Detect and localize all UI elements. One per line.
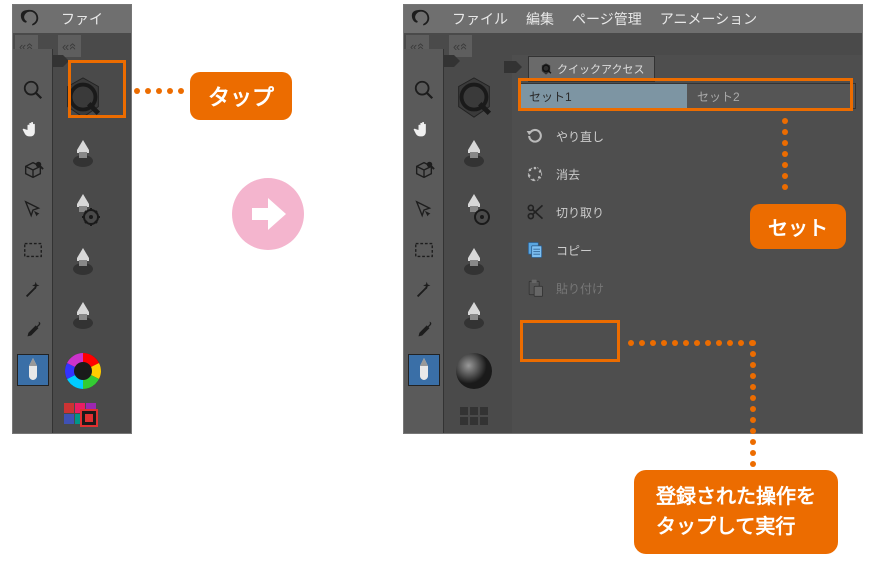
quick-access-tab[interactable]: クイックアクセス [528, 56, 655, 82]
sub-toolbar-right [444, 69, 504, 434]
callout-tap: タップ [190, 72, 292, 120]
brush-icon-r2[interactable] [452, 241, 496, 285]
brush-settings-icon-1[interactable] [61, 187, 105, 231]
clear-icon [524, 163, 546, 185]
menu-file-partial[interactable]: ファイ [61, 9, 103, 29]
left-window: ファイ «« «« [12, 4, 132, 434]
hand-tool-icon[interactable] [17, 114, 49, 146]
brush-icon-2[interactable] [61, 241, 105, 285]
chevron-group-left2[interactable]: «« [58, 35, 81, 57]
eyedropper-tool-icon[interactable] [408, 314, 440, 346]
brush-icon-r3[interactable] [452, 295, 496, 339]
sub-toolbar-left [53, 69, 113, 434]
gradient-circle-icon[interactable] [452, 349, 496, 393]
callout-execute-line2: タップして実行 [656, 512, 816, 542]
brush-settings-icon-r[interactable] [452, 187, 496, 231]
app-logo-icon-right [410, 8, 432, 30]
cube-tool-icon[interactable] [17, 154, 49, 186]
magnify-tool-icon[interactable] [408, 74, 440, 106]
dots-connector-tap [134, 88, 184, 94]
brush-icon-3[interactable] [61, 295, 105, 339]
callout-set: セット [750, 204, 846, 249]
set2-label: セット2 [697, 88, 740, 105]
app-logo-icon [19, 8, 41, 30]
quick-access-tab-label: クイックアクセス [557, 61, 644, 77]
quick-access-icon-right[interactable] [449, 73, 499, 123]
grid-icon[interactable] [456, 403, 492, 434]
brush-icon-r1[interactable] [452, 133, 496, 177]
pen-tool-icon[interactable] [408, 354, 440, 386]
marquee-tool-icon[interactable] [17, 234, 49, 266]
dots-connector-set [782, 118, 788, 190]
menu-page[interactable]: ページ管理 [572, 9, 642, 29]
paste-icon [524, 277, 546, 299]
panel-indicator-icon [51, 55, 69, 69]
action-clear[interactable]: 消去 [518, 155, 856, 193]
scissors-icon [524, 201, 546, 223]
brush-icon-1[interactable] [61, 133, 105, 177]
panel-tab-bar: クイックアクセス [528, 55, 862, 83]
cube-tool-icon[interactable] [408, 154, 440, 186]
callout-execute: 登録された操作を タップして実行 [634, 470, 838, 554]
paste-label: 貼り付け [556, 280, 604, 297]
chevron-group-right2[interactable]: «« [449, 35, 472, 57]
color-wheel-icon[interactable] [61, 349, 105, 393]
menu-file[interactable]: ファイル [452, 9, 508, 29]
arrow-right-icon [232, 178, 304, 250]
titlebar-right: ファイル 編集 ページ管理 アニメーション [404, 5, 862, 33]
quick-access-small-icon [539, 62, 553, 76]
hand-tool-icon[interactable] [408, 114, 440, 146]
menu-animation[interactable]: アニメーション [660, 9, 757, 29]
color-swatches-icon[interactable] [64, 403, 102, 431]
panel-indicator-icon-r [504, 61, 522, 75]
magnify-tool-icon[interactable] [17, 74, 49, 106]
wand-tool-icon[interactable] [408, 274, 440, 306]
copy-icon [524, 239, 546, 261]
set-tabs: セット1 セット2 [518, 83, 856, 109]
clear-label: 消去 [556, 166, 580, 183]
redo-icon [524, 125, 546, 147]
cut-label: 切り取り [556, 204, 604, 221]
vertical-toolbar-right [404, 49, 444, 434]
callout-execute-line1: 登録された操作を [656, 482, 816, 512]
action-paste[interactable]: 貼り付け [518, 269, 856, 307]
redo-label: やり直し [556, 128, 604, 145]
dots-connector-copy-h [628, 340, 755, 346]
quick-access-icon-left[interactable] [58, 73, 108, 123]
eyedropper-tool-icon[interactable] [17, 314, 49, 346]
action-redo[interactable]: やり直し [518, 117, 856, 155]
copy-label: コピー [556, 242, 592, 259]
cursor-tool-icon[interactable] [17, 194, 49, 226]
titlebar-left: ファイ [13, 5, 131, 33]
panel-indicator-icon-right [442, 55, 460, 69]
pen-tool-icon[interactable] [17, 354, 49, 386]
wand-tool-icon[interactable] [17, 274, 49, 306]
cursor-tool-icon[interactable] [408, 194, 440, 226]
vertical-toolbar-left [13, 49, 53, 434]
menu-edit[interactable]: 編集 [526, 9, 554, 29]
set1-tab[interactable]: セット1 [519, 84, 687, 108]
set1-label: セット1 [529, 88, 572, 105]
dots-connector-copy-v [750, 340, 756, 467]
marquee-tool-icon[interactable] [408, 234, 440, 266]
set2-tab[interactable]: セット2 [687, 84, 855, 108]
